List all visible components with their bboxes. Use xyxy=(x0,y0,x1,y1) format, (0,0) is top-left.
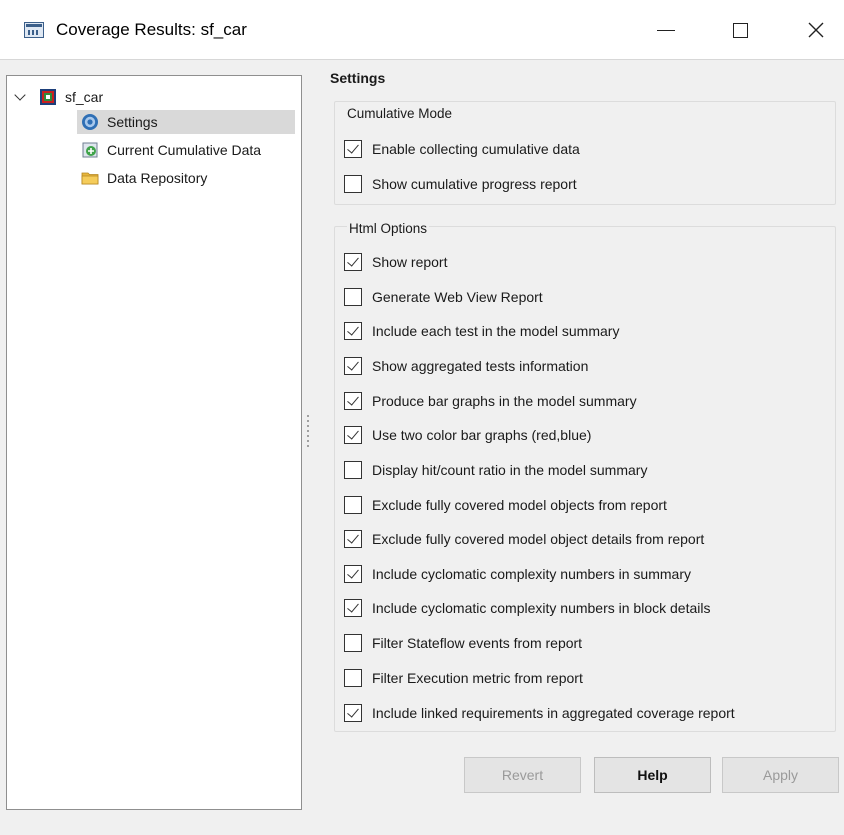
include-each-test-checkbox[interactable]: Include each test in the model summary xyxy=(344,320,619,342)
group-title: Cumulative Mode xyxy=(347,106,453,121)
checkbox-box[interactable] xyxy=(344,140,362,158)
filter-stateflow-events-checkbox[interactable]: Filter Stateflow events from report xyxy=(344,632,582,654)
cyclomatic-block-details-checkbox[interactable]: Include cyclomatic complexity numbers in… xyxy=(344,597,710,619)
checkbox-label: Exclude fully covered model objects from… xyxy=(372,497,667,513)
checkbox-label: Use two color bar graphs (red,blue) xyxy=(372,427,592,443)
two-color-bar-graphs-checkbox[interactable]: Use two color bar graphs (red,blue) xyxy=(344,424,591,446)
minimize-icon xyxy=(657,29,675,31)
checkbox-label: Display hit/count ratio in the model sum… xyxy=(372,462,648,478)
minimize-button[interactable] xyxy=(644,12,688,48)
settings-title: Settings xyxy=(330,70,386,86)
title-bar: Coverage Results: sf_car xyxy=(0,0,844,60)
tree-item-label: Current Cumulative Data xyxy=(107,142,262,158)
maximize-button[interactable] xyxy=(718,12,762,48)
checkbox-label: Show cumulative progress report xyxy=(372,176,577,192)
checkbox-label: Enable collecting cumulative data xyxy=(372,141,580,157)
tree-item-label: Data Repository xyxy=(107,170,208,186)
checkbox-label: Produce bar graphs in the model summary xyxy=(372,393,637,409)
tree-item-data-repository[interactable]: Data Repository xyxy=(77,166,295,190)
checkbox-label: Include cyclomatic complexity numbers in… xyxy=(372,600,711,616)
checkbox-label: Include cyclomatic complexity numbers in… xyxy=(372,566,691,582)
checkbox-box[interactable] xyxy=(344,426,362,444)
checkbox-box[interactable] xyxy=(344,253,362,271)
checkbox-label: Include linked requirements in aggregate… xyxy=(372,705,735,721)
checkbox-box[interactable] xyxy=(344,704,362,722)
close-button[interactable] xyxy=(794,12,838,48)
cyclomatic-summary-checkbox[interactable]: Include cyclomatic complexity numbers in… xyxy=(344,563,691,585)
settings-gear-icon xyxy=(82,114,98,130)
app-window-icon xyxy=(24,22,44,38)
checkbox-box[interactable] xyxy=(344,634,362,652)
checkbox-box[interactable] xyxy=(344,288,362,306)
apply-button[interactable]: Apply xyxy=(722,757,839,793)
cumulative-data-icon xyxy=(82,142,98,158)
revert-button[interactable]: Revert xyxy=(464,757,581,793)
checkbox-box[interactable] xyxy=(344,392,362,410)
checkbox-box[interactable] xyxy=(344,530,362,548)
checkbox-box[interactable] xyxy=(344,357,362,375)
show-cumulative-progress-report-checkbox[interactable]: Show cumulative progress report xyxy=(344,173,577,195)
generate-web-view-report-checkbox[interactable]: Generate Web View Report xyxy=(344,286,543,308)
include-linked-requirements-checkbox[interactable]: Include linked requirements in aggregate… xyxy=(344,702,735,724)
help-button[interactable]: Help xyxy=(594,757,711,793)
tree-item-label: Settings xyxy=(107,114,158,130)
tree-item-settings[interactable]: Settings xyxy=(77,110,295,134)
coverage-tree: sf_car Settings Current Cumulative Data … xyxy=(6,75,302,810)
simulink-model-icon xyxy=(40,89,56,105)
checkbox-label: Filter Execution metric from report xyxy=(372,670,583,686)
checkbox-box[interactable] xyxy=(344,461,362,479)
exclude-fully-covered-details-checkbox[interactable]: Exclude fully covered model object detai… xyxy=(344,528,704,550)
enable-collecting-cumulative-data-checkbox[interactable]: Enable collecting cumulative data xyxy=(344,138,580,160)
produce-bar-graphs-checkbox[interactable]: Produce bar graphs in the model summary xyxy=(344,390,637,412)
checkbox-label: Show aggregated tests information xyxy=(372,358,589,374)
checkbox-box[interactable] xyxy=(344,565,362,583)
show-report-checkbox[interactable]: Show report xyxy=(344,251,447,273)
tree-item-sf-car[interactable]: sf_car xyxy=(13,85,103,109)
checkbox-label: Filter Stateflow events from report xyxy=(372,635,583,651)
checkbox-box[interactable] xyxy=(344,175,362,193)
chevron-down-icon[interactable] xyxy=(13,90,27,104)
checkbox-box[interactable] xyxy=(344,496,362,514)
exclude-fully-covered-objects-checkbox[interactable]: Exclude fully covered model objects from… xyxy=(344,494,667,516)
group-title: Html Options xyxy=(347,221,430,236)
checkbox-label: Show report xyxy=(372,254,448,270)
checkbox-label: Exclude fully covered model object detai… xyxy=(372,531,705,547)
checkbox-box[interactable] xyxy=(344,669,362,687)
show-aggregated-tests-checkbox[interactable]: Show aggregated tests information xyxy=(344,355,588,377)
maximize-icon xyxy=(732,22,748,38)
window-title: Coverage Results: sf_car xyxy=(56,20,247,39)
checkbox-label: Generate Web View Report xyxy=(372,289,543,305)
checkbox-label: Include each test in the model summary xyxy=(372,323,620,339)
tree-item-label: sf_car xyxy=(65,89,104,105)
splitter-grip[interactable] xyxy=(307,415,310,451)
folder-icon xyxy=(81,172,99,185)
display-hit-count-ratio-checkbox[interactable]: Display hit/count ratio in the model sum… xyxy=(344,459,647,481)
filter-execution-metric-checkbox[interactable]: Filter Execution metric from report xyxy=(344,667,583,689)
close-icon xyxy=(808,22,824,38)
checkbox-box[interactable] xyxy=(344,599,362,617)
tree-item-current-cumulative-data[interactable]: Current Cumulative Data xyxy=(77,138,295,162)
checkbox-box[interactable] xyxy=(344,322,362,340)
